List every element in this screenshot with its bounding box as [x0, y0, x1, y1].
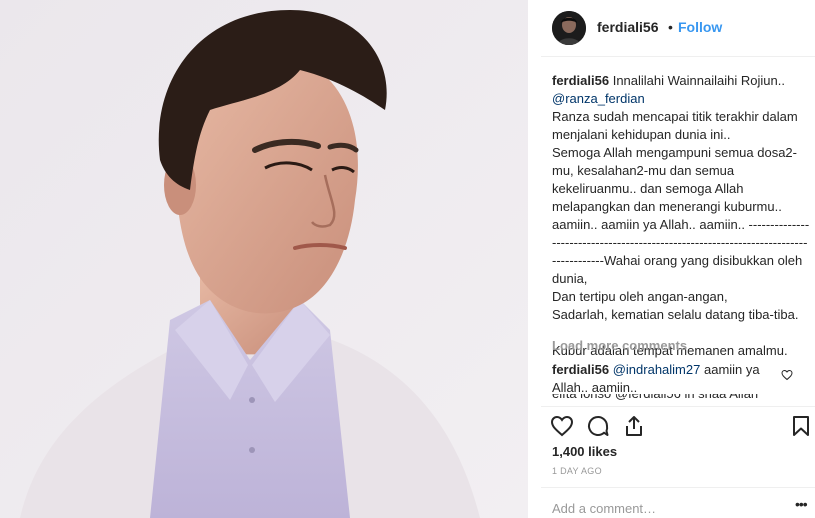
header-username[interactable]: ferdiali56	[597, 19, 658, 35]
post-photo[interactable]	[0, 0, 528, 518]
bookmark-icon[interactable]	[789, 414, 813, 438]
heart-icon[interactable]	[550, 414, 574, 438]
caption: ferdiali56 Innalilahi Wainnailaihi Rojiu…	[552, 72, 810, 360]
caption-first-line: ferdiali56 Innalilahi Wainnailaihi Rojiu…	[552, 72, 810, 90]
post-sidebar: ferdiali56 • Follow ferdiali56 Innalilah…	[541, 0, 815, 518]
post-header: ferdiali56 • Follow	[541, 0, 815, 57]
avatar[interactable]	[552, 11, 586, 45]
action-bar	[541, 410, 815, 442]
likes-count[interactable]: 1,400 likes	[552, 444, 617, 459]
add-comment-input[interactable]: Add a comment…	[552, 501, 656, 516]
divider	[541, 487, 815, 488]
comment-username[interactable]: ferdiali56	[552, 362, 609, 377]
instagram-post: ferdiali56 • Follow ferdiali56 Innalilah…	[0, 0, 815, 518]
caption-body: Ranza sudah mencapai titik terakhir dala…	[552, 109, 810, 358]
avatar-image	[552, 11, 586, 45]
caption-username[interactable]: ferdiali56	[552, 73, 609, 88]
partial-comment-text: eifta lonso @ferdiali56 in shaa Allah	[552, 394, 802, 402]
comment-like-icon[interactable]	[781, 368, 793, 381]
partial-comment: eifta lonso @ferdiali56 in shaa Allah	[552, 394, 802, 402]
separator-dot: •	[668, 19, 673, 35]
comment-mention[interactable]: @indrahalim27	[613, 362, 701, 377]
portrait-image	[0, 0, 528, 518]
follow-button[interactable]: Follow	[678, 19, 722, 35]
more-options-button[interactable]: •••	[795, 496, 808, 512]
comment-item: ferdiali56 @indrahalim27 aamiin ya Allah…	[552, 361, 782, 397]
caption-mention[interactable]: @ranza_ferdian	[552, 91, 645, 106]
divider	[541, 406, 815, 407]
post-timestamp[interactable]: 1 DAY AGO	[552, 466, 602, 476]
share-icon[interactable]	[622, 414, 646, 438]
caption-first-text: Innalilahi Wainnailaihi Rojiun..	[612, 73, 785, 88]
load-more-comments-button[interactable]: Load more comments	[552, 338, 687, 353]
caption-mention-line: @ranza_ferdian	[552, 90, 810, 108]
comment-icon[interactable]	[586, 414, 610, 438]
